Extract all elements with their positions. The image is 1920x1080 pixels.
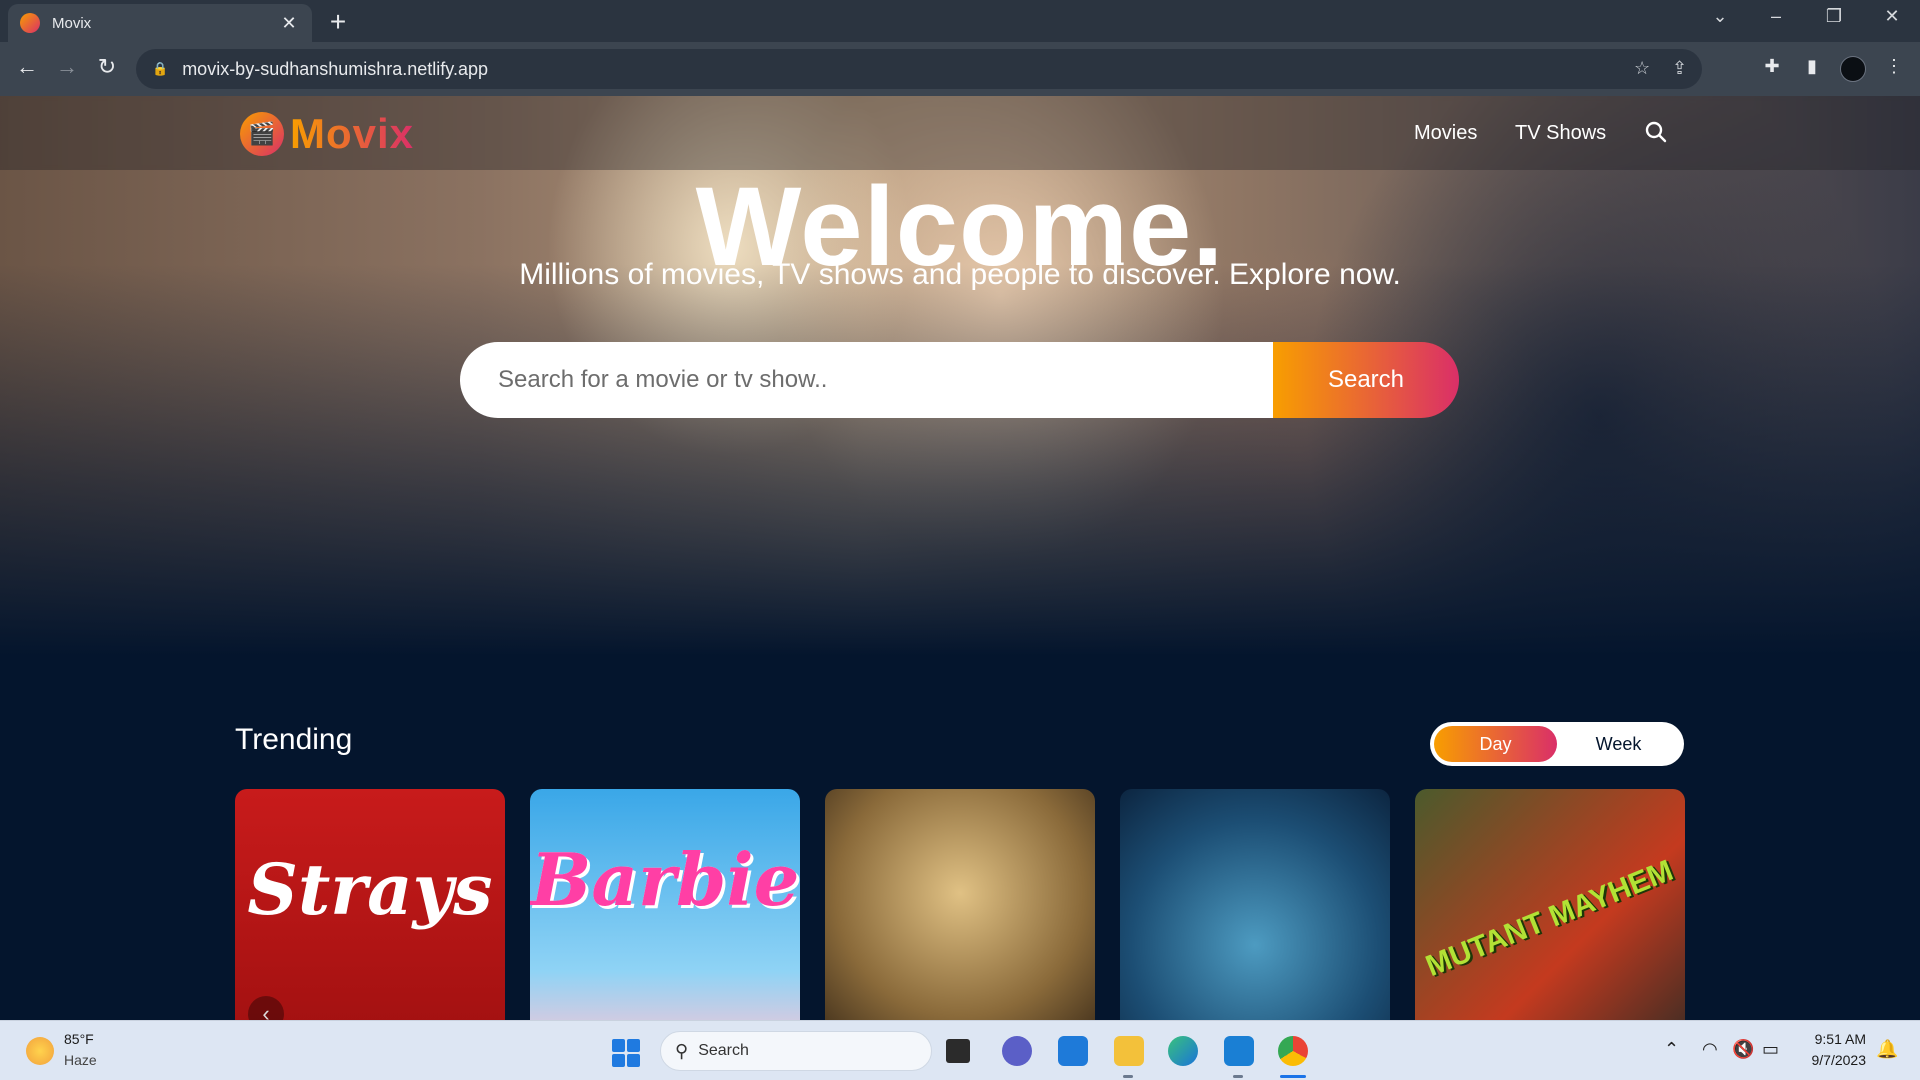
address-bar[interactable]: 🔒 movix-by-sudhanshumishra.netlify.app ⇪… xyxy=(136,49,1702,89)
trending-heading: Trending xyxy=(235,723,353,756)
vscode-icon[interactable] xyxy=(1224,1036,1254,1066)
search-icon: ⚲ xyxy=(675,1040,689,1061)
switch-day[interactable]: Day xyxy=(1434,726,1557,762)
trending-day-week-switch: Day Week xyxy=(1430,722,1684,766)
logo-text: Movix xyxy=(290,110,415,157)
close-window-icon[interactable]: ✕ xyxy=(1872,6,1912,27)
running-indicator xyxy=(1233,1075,1243,1078)
teams-chat-icon[interactable] xyxy=(1002,1036,1032,1066)
tray-overflow-chevron-up-icon[interactable]: ⌃ xyxy=(1664,1039,1679,1060)
movie-card-tmnt[interactable]: MUTANT MAYHEM xyxy=(1415,789,1685,1020)
site-logo[interactable]: 🎬 Movix xyxy=(240,110,414,158)
close-tab-icon[interactable]: ✕ xyxy=(278,13,300,34)
taskbar-search-label: Search xyxy=(698,1042,749,1059)
restore-icon[interactable]: ❐ xyxy=(1814,6,1854,27)
movie-card-indiana-jones[interactable] xyxy=(825,789,1095,1020)
browser-toolbar: ← → ↻ 🔒 movix-by-sudhanshumishra.netlify… xyxy=(0,42,1920,96)
windows-taskbar: 85°F Haze ⚲ Search ⌃ ◠ 🔇 ▭ 9:51 AM 9/7/2… xyxy=(0,1020,1920,1080)
hero-search-bar: Search xyxy=(460,342,1459,418)
browser-tab[interactable]: Movix ✕ xyxy=(8,4,312,42)
running-indicator xyxy=(1123,1075,1133,1078)
movie-card-barbie[interactable]: Barbie xyxy=(530,789,800,1020)
weather-temperature[interactable]: 85°F xyxy=(64,1031,94,1047)
weather-condition[interactable]: Haze xyxy=(64,1052,97,1068)
poster-title: MUTANT MAYHEM xyxy=(1421,853,1679,984)
volume-muted-icon[interactable]: 🔇 xyxy=(1732,1039,1754,1060)
trending-carousel: Strays Barbie MUTANT MAYHEM xyxy=(235,789,1685,1020)
hero-subtitle: Millions of movies, TV shows and people … xyxy=(519,258,1401,291)
edge-browser-icon[interactable] xyxy=(1168,1036,1198,1066)
mail-icon[interactable] xyxy=(1058,1036,1088,1066)
extensions-puzzle-icon[interactable]: ✚ xyxy=(1758,56,1786,77)
switch-week[interactable]: Week xyxy=(1557,726,1680,762)
clapperboard-icon: 🎬 xyxy=(240,112,284,156)
forward-icon[interactable]: → xyxy=(52,54,82,80)
movie-card-little-mermaid[interactable] xyxy=(1120,789,1390,1020)
wifi-icon[interactable]: ◠ xyxy=(1702,1039,1718,1060)
chrome-icon[interactable] xyxy=(1278,1036,1308,1066)
share-icon[interactable]: ⇪ xyxy=(1672,58,1687,79)
start-windows-icon[interactable] xyxy=(612,1039,640,1067)
file-explorer-icon[interactable] xyxy=(1114,1036,1144,1066)
back-icon[interactable]: ← xyxy=(12,54,42,80)
profile-avatar[interactable] xyxy=(1840,56,1866,82)
search-button[interactable]: Search xyxy=(1273,342,1459,418)
active-indicator xyxy=(1280,1075,1306,1078)
browser-tab-bar: Movix ✕ + ⌄ – ❐ ✕ xyxy=(0,0,1920,42)
weather-sun-icon[interactable] xyxy=(26,1037,54,1065)
tab-search-chevron-down-icon[interactable]: ⌄ xyxy=(1700,6,1740,27)
battery-icon[interactable]: ▭ xyxy=(1762,1039,1779,1060)
clock-time[interactable]: 9:51 AM xyxy=(1810,1031,1866,1047)
nav-tv-shows[interactable]: TV Shows xyxy=(1515,122,1606,145)
search-icon[interactable] xyxy=(1644,120,1668,144)
taskbar-search[interactable]: ⚲ Search xyxy=(660,1031,932,1071)
bookmark-star-icon[interactable]: ☆ xyxy=(1634,58,1650,79)
more-menu-icon[interactable]: ⋮ xyxy=(1880,56,1908,77)
clock-date[interactable]: 9/7/2023 xyxy=(1796,1052,1867,1068)
poster-title: Barbie xyxy=(530,836,800,922)
task-view-icon[interactable] xyxy=(946,1039,970,1063)
page-content: 🎬 Movix Movies TV Shows Welcome. Million… xyxy=(0,96,1920,1020)
movix-favicon-icon xyxy=(20,13,40,33)
minimize-icon[interactable]: – xyxy=(1756,6,1796,27)
new-tab-icon[interactable]: + xyxy=(324,6,352,38)
poster-title: Strays xyxy=(247,847,493,931)
url-text: movix-by-sudhanshumishra.netlify.app xyxy=(182,58,488,79)
lock-icon: 🔒 xyxy=(152,61,169,76)
notification-bell-icon[interactable]: 🔔 xyxy=(1876,1039,1898,1060)
tab-title: Movix xyxy=(52,14,92,32)
search-input[interactable] xyxy=(460,342,1273,418)
nav-movies[interactable]: Movies xyxy=(1414,122,1477,145)
site-header: 🎬 Movix Movies TV Shows xyxy=(0,96,1920,170)
movie-card-strays[interactable]: Strays xyxy=(235,789,505,1020)
reload-icon[interactable]: ↻ xyxy=(92,54,122,80)
side-panel-icon[interactable]: ▮ xyxy=(1798,56,1826,77)
